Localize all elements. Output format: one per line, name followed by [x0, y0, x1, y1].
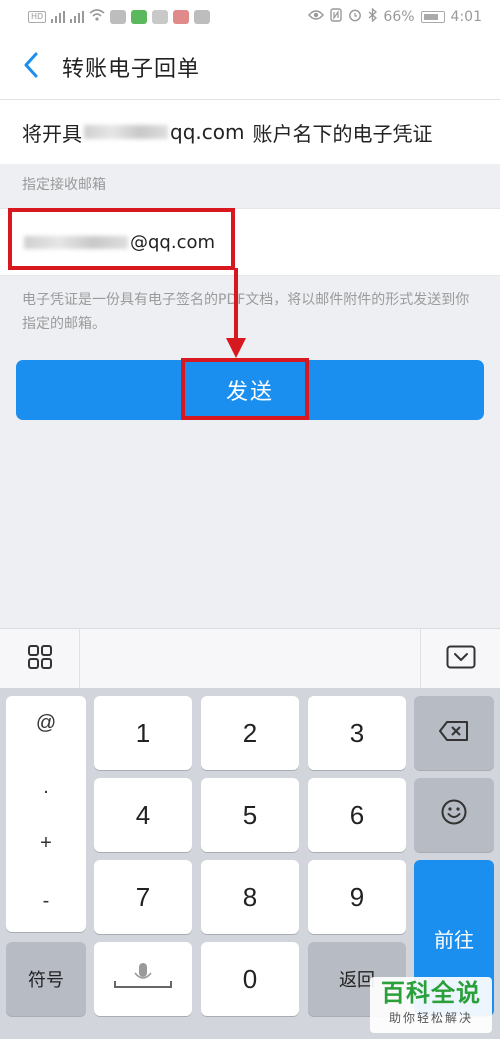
backspace-key[interactable] [414, 696, 494, 770]
emoji-key[interactable] [414, 778, 494, 852]
message-icon [110, 10, 127, 24]
app-notification-icon [131, 10, 148, 24]
backspace-icon [438, 718, 470, 749]
key-dot[interactable]: . [6, 776, 86, 799]
eye-icon [308, 9, 325, 25]
key-5[interactable]: 5 [201, 778, 299, 852]
key-4[interactable]: 4 [94, 778, 192, 852]
symbol-column: @ . + - [6, 696, 86, 932]
hint-text: 电子凭证是一份具有电子签名的PDF文档，将以邮件附件的形式发送到你指定的邮箱。 [22, 292, 470, 332]
grid-icon [27, 644, 53, 674]
keyboard-grid-button[interactable] [0, 628, 80, 689]
clock: 4:01 [450, 9, 482, 25]
key-at[interactable]: @ [6, 712, 86, 735]
key-8[interactable]: 8 [201, 860, 299, 934]
image-icon [194, 10, 211, 24]
voice-key[interactable] [94, 942, 192, 1016]
redacted-email [84, 125, 168, 139]
key-2[interactable]: 2 [201, 696, 299, 770]
issue-statement: 将开具 qq.com 账户名下的电子凭证 [0, 100, 500, 164]
key-3[interactable]: 3 [308, 696, 406, 770]
chevron-down-icon [446, 645, 476, 673]
alarm-icon [348, 8, 362, 26]
hd-badge: HD [28, 11, 47, 23]
microphone-icon [113, 961, 173, 998]
symbols-key[interactable]: 符号 [6, 942, 86, 1016]
smiley-icon [440, 798, 468, 833]
wifi-icon [89, 9, 105, 25]
key-plus[interactable]: + [6, 832, 86, 855]
page-title: 转账电子回单 [62, 56, 201, 82]
back-button[interactable] [0, 34, 62, 100]
app-header: 转账电子回单 [0, 34, 500, 100]
keyboard-toolbar [0, 628, 500, 689]
watermark-main: 百科全说 [381, 979, 481, 1007]
recipient-label: 指定接收邮箱 [22, 177, 106, 193]
annotation-box-email [8, 208, 235, 270]
key-1[interactable]: 1 [94, 696, 192, 770]
watermark-sub: 助你轻松解决 [388, 1011, 473, 1025]
status-bar-left: HD [28, 9, 211, 25]
chevron-left-icon [23, 52, 39, 82]
issue-prefix: 将开具 [22, 121, 82, 146]
battery-icon [420, 11, 445, 23]
issue-email-suffix: qq.com [170, 120, 245, 144]
watermark-logo: 百科全说 助你轻松解决 [370, 977, 492, 1033]
app-notification-icon [173, 10, 190, 24]
key-6[interactable]: 6 [308, 778, 406, 852]
bluetooth-icon [368, 7, 378, 26]
battery-percent: 66% [383, 9, 415, 25]
signal-icon [70, 11, 85, 23]
key-9[interactable]: 9 [308, 860, 406, 934]
keyboard-hide-button[interactable] [420, 629, 500, 689]
key-0[interactable]: 0 [201, 942, 299, 1016]
nfc-icon [330, 8, 343, 26]
annotation-box-send [181, 358, 309, 420]
status-bar: HD 66% 4:01 [0, 0, 500, 34]
signal-icon [51, 11, 66, 23]
issue-suffix: 账户名下的电子凭证 [252, 121, 433, 146]
app-notification-icon [152, 10, 169, 24]
key-7[interactable]: 7 [94, 860, 192, 934]
status-bar-right: 66% 4:01 [308, 7, 482, 26]
key-minus[interactable]: - [6, 890, 86, 913]
